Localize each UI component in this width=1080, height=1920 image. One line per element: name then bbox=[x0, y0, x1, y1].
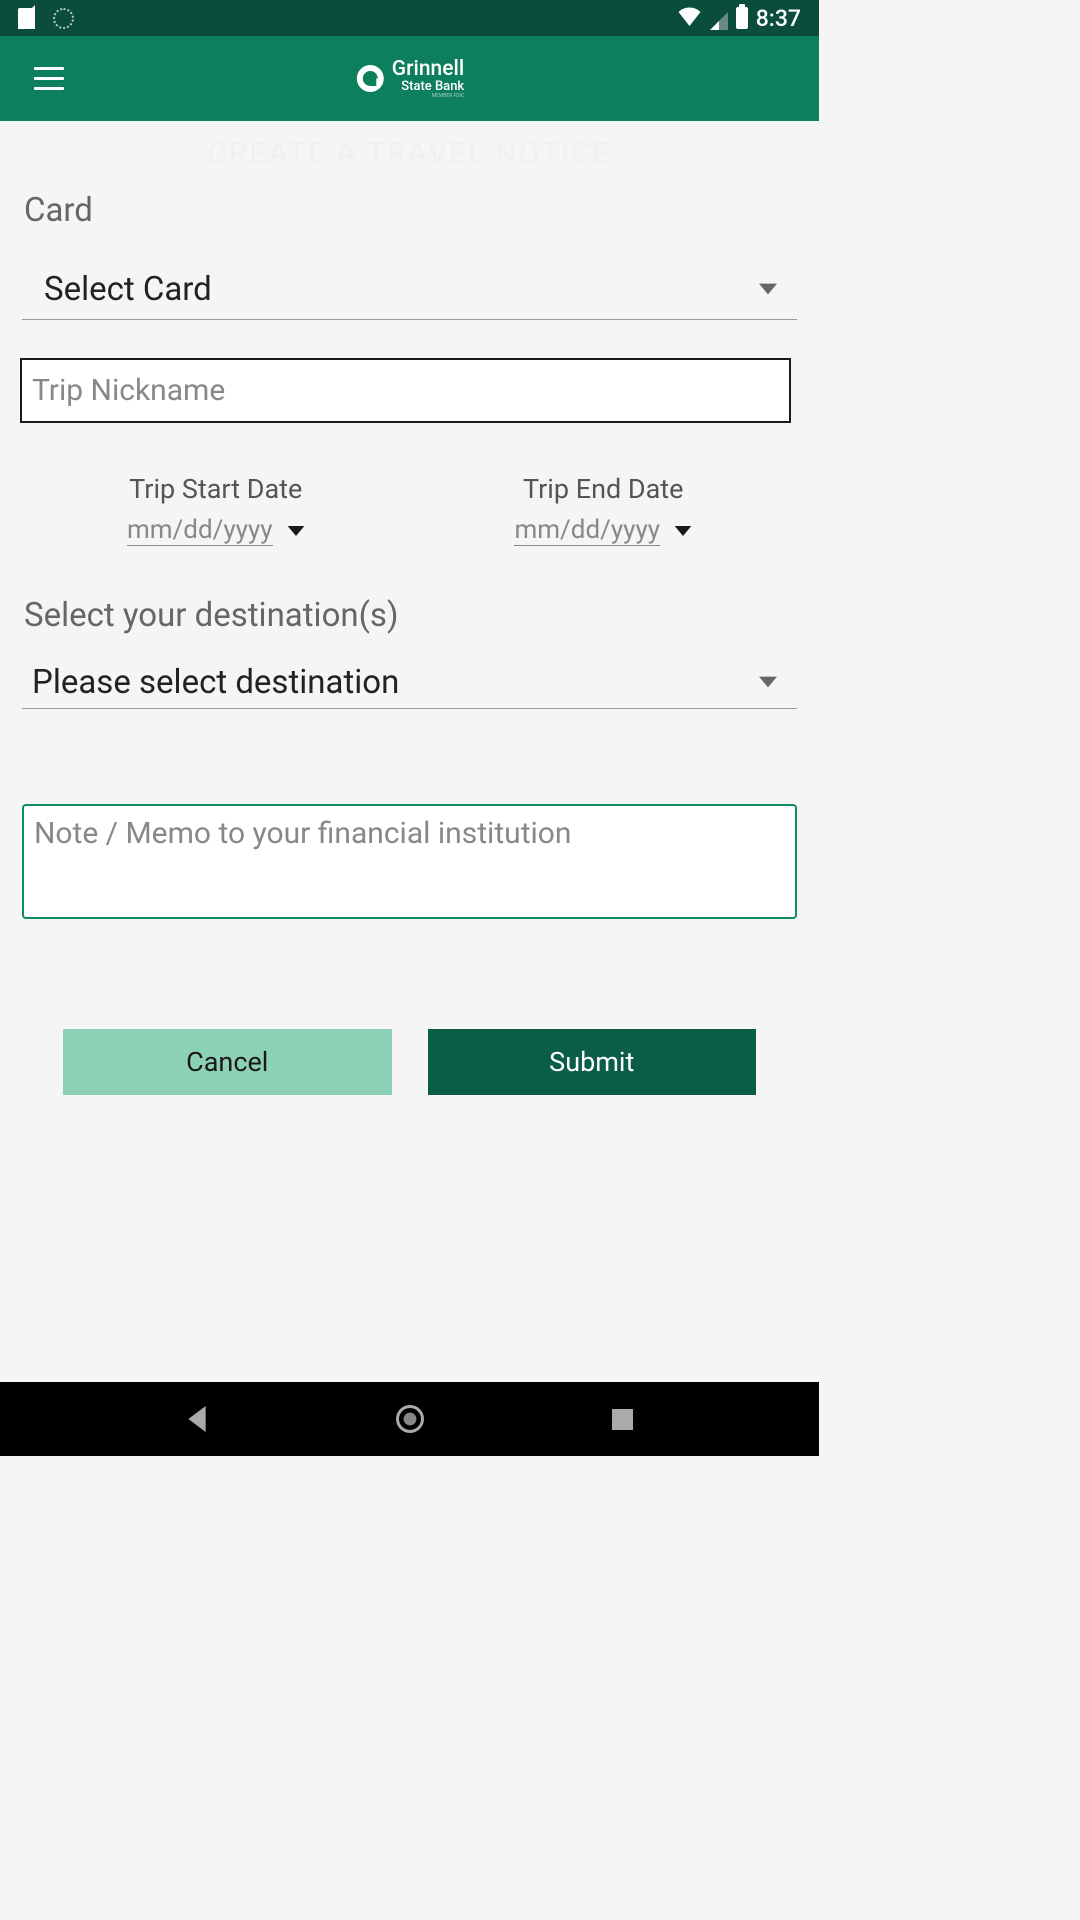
button-row: Cancel Submit bbox=[22, 1029, 797, 1095]
trip-end-column: Trip End Date mm/dd/yyyy bbox=[410, 473, 798, 546]
battery-icon bbox=[736, 7, 748, 29]
status-bar: 8:37 bbox=[0, 0, 819, 36]
date-row: Trip Start Date mm/dd/yyyy Trip End Date… bbox=[22, 473, 797, 546]
app-header: Grinnell State Bank MEMBER FDIC bbox=[0, 36, 819, 121]
menu-button[interactable] bbox=[34, 67, 64, 90]
destination-select[interactable]: Please select destination bbox=[22, 655, 797, 709]
chevron-down-icon bbox=[759, 673, 777, 692]
cancel-button[interactable]: Cancel bbox=[63, 1029, 392, 1095]
destination-label: Select your destination(s) bbox=[24, 596, 797, 635]
status-left bbox=[18, 8, 74, 29]
memo-textarea[interactable] bbox=[22, 804, 797, 919]
brand-subtitle: State Bank bbox=[392, 80, 464, 93]
destination-select-value: Please select destination bbox=[32, 663, 399, 702]
trip-start-picker[interactable]: mm/dd/yyyy bbox=[127, 515, 305, 546]
sync-icon bbox=[53, 8, 74, 29]
trip-start-label: Trip Start Date bbox=[129, 473, 302, 505]
back-button[interactable] bbox=[177, 1399, 217, 1439]
card-select-value: Select Card bbox=[44, 270, 212, 309]
brand-name: Grinnell bbox=[392, 59, 464, 80]
cell-signal-icon bbox=[710, 9, 728, 27]
brand-tag: MEMBER FDIC bbox=[392, 94, 464, 99]
wifi-icon bbox=[677, 5, 702, 32]
card-select[interactable]: Select Card bbox=[22, 260, 797, 320]
sd-card-icon bbox=[18, 8, 35, 29]
chevron-down-icon bbox=[759, 280, 777, 299]
brand-logo: Grinnell State Bank MEMBER FDIC bbox=[355, 59, 464, 99]
trip-end-picker[interactable]: mm/dd/yyyy bbox=[514, 515, 692, 546]
chevron-down-icon bbox=[674, 521, 692, 540]
circle-icon bbox=[396, 1405, 424, 1433]
clock-time: 8:37 bbox=[756, 5, 801, 32]
submit-button[interactable]: Submit bbox=[428, 1029, 757, 1095]
trip-start-value: mm/dd/yyyy bbox=[127, 515, 273, 546]
chevron-down-icon bbox=[287, 521, 305, 540]
home-button[interactable] bbox=[390, 1399, 430, 1439]
form-content: Card Select Card Trip Start Date mm/dd/y… bbox=[0, 179, 819, 1382]
card-section-label: Card bbox=[24, 191, 797, 230]
recent-apps-button[interactable] bbox=[603, 1399, 643, 1439]
logo-text: Grinnell State Bank MEMBER FDIC bbox=[392, 59, 464, 99]
page-title: CREATE A TRAVEL NOTICE bbox=[0, 121, 819, 179]
status-right: 8:37 bbox=[677, 5, 801, 32]
logo-mark-icon bbox=[355, 62, 385, 95]
trip-nickname-input[interactable] bbox=[20, 358, 791, 423]
trip-end-value: mm/dd/yyyy bbox=[514, 515, 660, 546]
android-nav-bar bbox=[0, 1382, 819, 1456]
trip-start-column: Trip Start Date mm/dd/yyyy bbox=[22, 473, 410, 546]
trip-end-label: Trip End Date bbox=[523, 473, 683, 505]
